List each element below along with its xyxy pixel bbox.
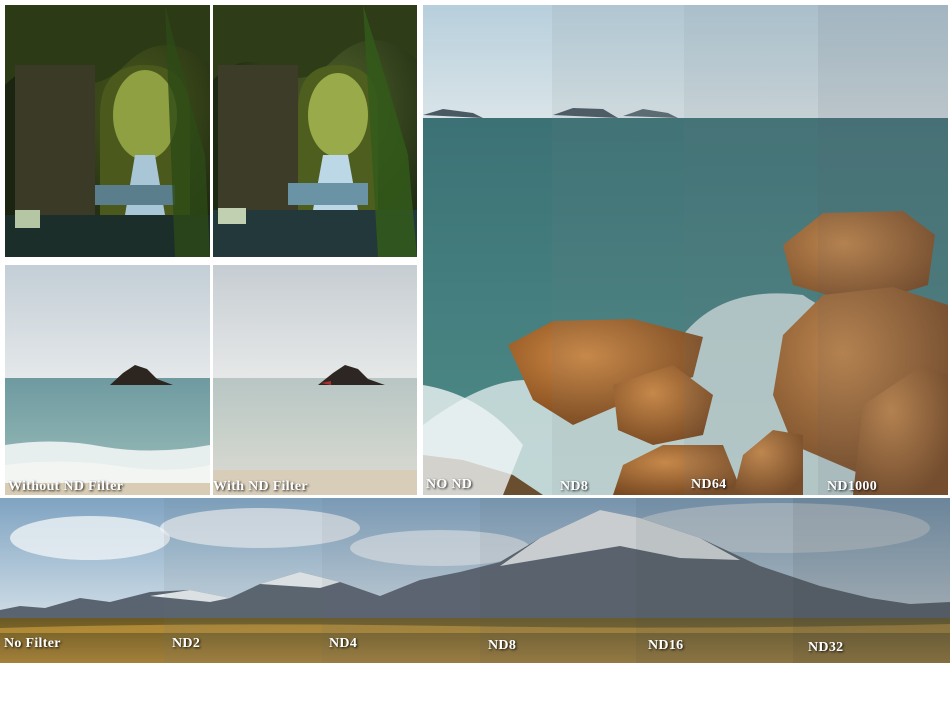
mountain-label-nd32: ND32	[808, 640, 844, 655]
nd64-tint-overlay	[684, 5, 818, 495]
sea-rock-photo-nd-filter: With ND Filter	[213, 265, 417, 495]
mountain-label-nd16: ND16	[648, 638, 684, 653]
nd8-tint-overlay	[552, 5, 684, 495]
coast-nd-comparison-photo: NO ND ND8 ND64 ND1000	[423, 5, 948, 495]
mountain-label-nd4: ND4	[329, 636, 358, 651]
tunnel-photo-nd-filter	[213, 5, 417, 257]
sea-rock-photo-no-filter: Without ND Filter	[5, 265, 210, 495]
mountain-label-no-filter: No Filter	[4, 636, 61, 651]
nd1000-tint-overlay	[818, 5, 948, 495]
mountain-nd-comparison-photo: No Filter ND2 ND4 ND8 ND16 ND32	[0, 498, 950, 663]
mountain-label-nd2: ND2	[172, 636, 201, 651]
coast-label-no-nd: NO ND	[426, 477, 473, 492]
coast-label-nd8: ND8	[560, 479, 589, 494]
tunnel-photo-no-filter	[5, 5, 210, 257]
coast-label-nd64: ND64	[691, 477, 727, 492]
mountain-label-nd8: ND8	[488, 638, 517, 653]
nd32-tint-overlay	[793, 498, 950, 663]
without-nd-filter-label: Without ND Filter	[8, 479, 124, 494]
coast-label-nd1000: ND1000	[827, 479, 878, 494]
with-nd-filter-label: With ND Filter	[213, 479, 308, 494]
